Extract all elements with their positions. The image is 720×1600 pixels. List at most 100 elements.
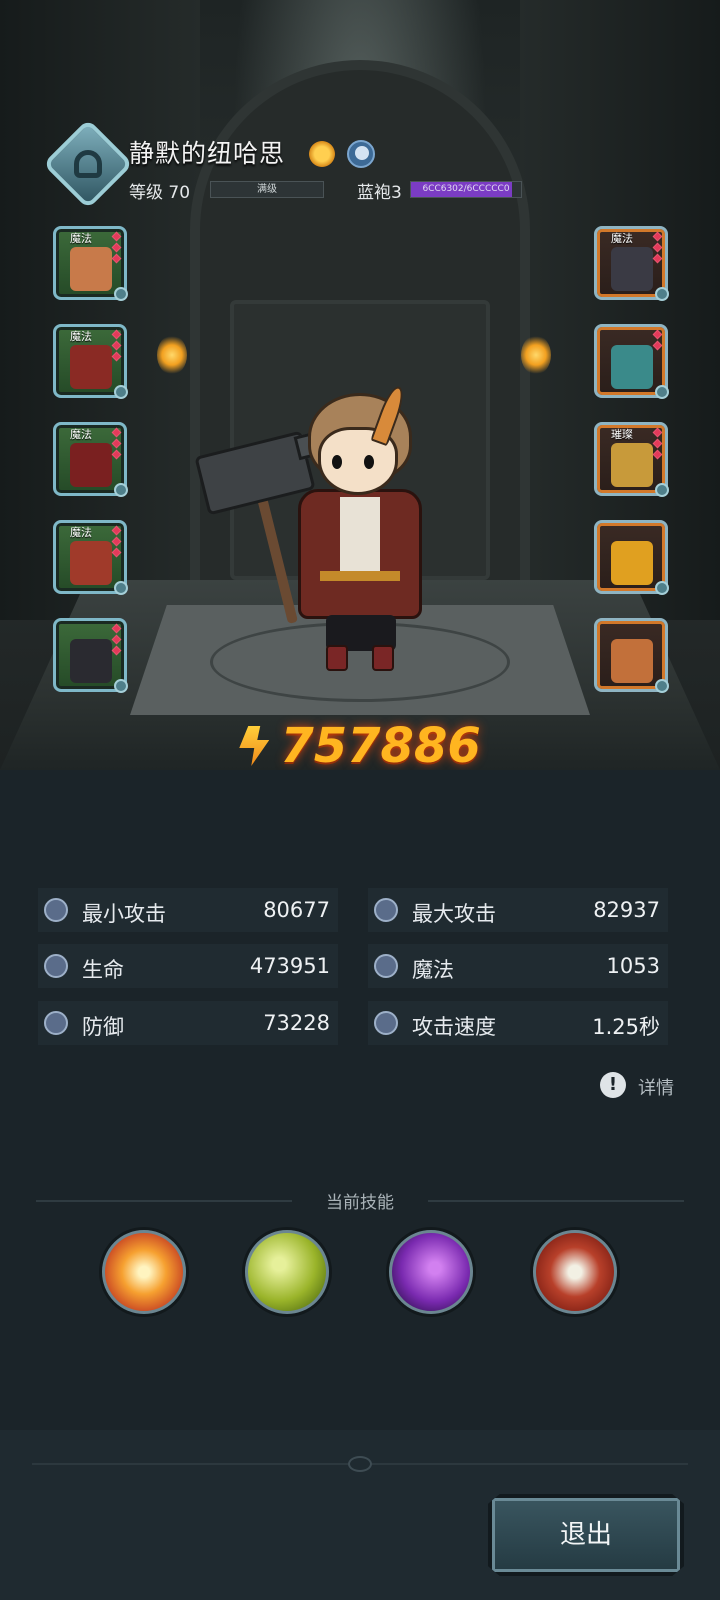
gem-icon [111, 547, 122, 558]
gem-icon [111, 449, 122, 460]
stat-label: 魔法 [412, 958, 454, 982]
helmet-icon [611, 639, 653, 683]
chest-armor-icon [70, 345, 112, 389]
stat-value: 82937 [593, 898, 660, 922]
gem-sockets [111, 623, 122, 658]
equip-slot-hammer-weapon[interactable]: 魔法 [53, 226, 128, 301]
stat-row: 生命 473951 [38, 944, 338, 988]
slot-corner-icon [114, 679, 128, 693]
gem-icon [652, 329, 663, 340]
gem-icon [111, 231, 122, 242]
hero-belt [320, 571, 400, 581]
exp-bar-text: 6CC6302/6CCCCC0 [422, 184, 510, 194]
gem-icon [111, 242, 122, 253]
equip-slot-leg-armor[interactable]: 魔法 [53, 422, 128, 497]
hero-shirt [340, 497, 380, 577]
hero-eye [332, 455, 342, 469]
crossed-axes-skill-icon[interactable] [533, 1230, 617, 1314]
gem-icon [111, 438, 122, 449]
flame-emblem-icon [611, 541, 653, 585]
bracers-icon [70, 541, 112, 585]
slot-tag: 魔法 [70, 428, 92, 441]
slot-tag: 魔法 [70, 526, 92, 539]
spores-skill-icon[interactable] [245, 1230, 329, 1314]
level-label: 等级 70 [129, 183, 191, 203]
slot-corner-icon [655, 385, 669, 399]
equip-slot-ring[interactable] [594, 324, 669, 399]
stat-value: 1053 [606, 954, 660, 978]
slot-corner-icon [114, 287, 128, 301]
skills-title: 当前技能 [326, 1193, 394, 1213]
stat-row: 最大攻击 82937 [368, 888, 668, 932]
stat-row: 防御 73228 [38, 1001, 338, 1045]
gem-sockets [111, 231, 122, 266]
gem-icon [111, 525, 122, 536]
gem-icon [652, 242, 663, 253]
hero-name: 静默的纽哈思 [129, 139, 286, 168]
slot-tag: 璀璨 [611, 428, 633, 441]
exit-button[interactable]: 退出 [488, 1494, 684, 1576]
slot-corner-icon [114, 581, 128, 595]
slot-corner-icon [114, 385, 128, 399]
leg-armor-icon [70, 443, 112, 487]
divider-ornament-icon [348, 1456, 372, 1472]
wall-lamp-left [157, 335, 187, 375]
class-emblem-mark [74, 150, 102, 178]
details-label: 详情 [638, 1078, 674, 1099]
stat-value: 473951 [249, 954, 330, 978]
equip-slot-chest-armor[interactable]: 魔法 [53, 324, 128, 399]
equip-slot-helmet[interactable] [594, 618, 669, 693]
gem-icon [652, 427, 663, 438]
gem-icon [111, 340, 122, 351]
gem-sockets [652, 427, 663, 462]
equip-slot-flame-emblem[interactable] [594, 520, 669, 595]
stat-label: 攻击速度 [412, 1015, 496, 1039]
sun-element-icon[interactable] [307, 139, 337, 169]
explosion-skill-icon[interactable] [102, 1230, 186, 1314]
equip-slot-bracers[interactable]: 魔法 [53, 520, 128, 595]
dark-gauntlet-icon [611, 247, 653, 291]
gem-icon [111, 645, 122, 656]
equip-slot-dark-gauntlet[interactable]: 魔法 [594, 226, 669, 301]
gem-icon [652, 449, 663, 460]
equip-slot-necklace[interactable]: 璀璨 [594, 422, 669, 497]
gem-icon [111, 634, 122, 645]
necklace-icon [611, 443, 653, 487]
magic-icon [374, 954, 398, 978]
slot-corner-icon [655, 679, 669, 693]
gem-icon [111, 253, 122, 264]
hero-boot-left [326, 645, 348, 671]
stat-value: 80677 [263, 898, 330, 922]
stat-row: 最小攻击 80677 [38, 888, 338, 932]
info-icon: ! [600, 1072, 626, 1098]
gem-sockets [652, 231, 663, 266]
stat-row: 魔法 1053 [368, 944, 668, 988]
gem-sockets [652, 329, 663, 353]
stat-label: 防御 [82, 1015, 124, 1039]
slot-tag: 魔法 [70, 330, 92, 343]
stat-value: 73228 [263, 1011, 330, 1035]
stat-label: 最大攻击 [412, 902, 496, 926]
gem-icon [111, 329, 122, 340]
stats-panel [0, 770, 720, 1430]
equip-slot-crown-helmet[interactable] [53, 618, 128, 693]
stat-value: 1.25秒 [592, 1015, 660, 1039]
rank-label: 蓝袍3 [357, 183, 402, 203]
hero-eye [364, 455, 374, 469]
exp-bar: 6CC6302/6CCCCC0 [410, 181, 522, 198]
combat-power-value: 757886 [280, 718, 481, 774]
gem-sockets [111, 427, 122, 462]
gem-icon [652, 231, 663, 242]
hammer-weapon-icon [70, 247, 112, 291]
slot-corner-icon [114, 483, 128, 497]
sword-icon [374, 898, 398, 922]
stat-label: 最小攻击 [82, 902, 166, 926]
slot-corner-icon [655, 287, 669, 301]
speed-icon [374, 1011, 398, 1035]
slot-corner-icon [655, 483, 669, 497]
dark-sword-skill-icon[interactable] [389, 1230, 473, 1314]
gem-icon [652, 340, 663, 351]
level-bar: 满级 [210, 181, 324, 198]
stat-row: 攻击速度 1.25秒 [368, 1001, 668, 1045]
moon-element-icon[interactable] [347, 140, 375, 168]
